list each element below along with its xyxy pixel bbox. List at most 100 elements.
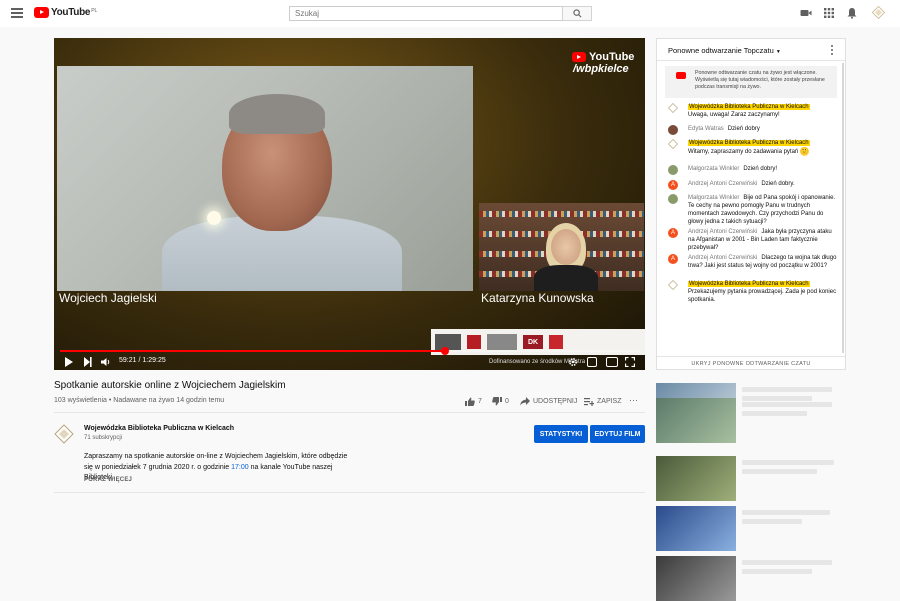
chat-author[interactable]: Andrzej Antoni Czerwiński <box>688 181 757 187</box>
live-chat-replay: Ponowne odtwarzanie Topczatu ▼ Ponowne o… <box>656 38 846 370</box>
chevron-down-icon: ▼ <box>775 49 781 55</box>
fullscreen-icon[interactable] <box>625 357 635 367</box>
edit-video-button[interactable]: EDYTUJ FILM <box>590 425 645 443</box>
add-to-playlist-icon <box>584 398 594 406</box>
divider <box>54 492 645 493</box>
owner-avatar <box>668 103 678 113</box>
like-count: 7 <box>478 398 482 405</box>
speaker-right-head <box>551 229 581 265</box>
youtube-play-icon <box>572 52 586 62</box>
settings-icon[interactable] <box>568 357 578 367</box>
recommended-thumbnail[interactable] <box>656 506 736 551</box>
recommended-title-placeholder <box>742 402 832 407</box>
user-avatar-initial: A <box>668 254 678 264</box>
logo-region: PL <box>91 8 98 14</box>
youtube-play-icon <box>34 7 49 18</box>
hide-chat-replay-button[interactable]: UKRYJ PONOWNE ODTWARZANIE CZATU <box>657 356 845 370</box>
chat-scrollbar[interactable] <box>842 63 844 353</box>
search-button[interactable] <box>562 6 592 21</box>
recommended-thumbnail[interactable] <box>656 556 736 601</box>
chat-author-owner[interactable]: Wojewódzka Biblioteka Publiczna w Kielca… <box>688 281 810 287</box>
next-icon[interactable] <box>84 357 92 367</box>
narodowy-program-text <box>487 333 517 351</box>
stream-date: Nadawane na żywo 14 godzin temu <box>113 397 225 404</box>
chat-header: Ponowne odtwarzanie Topczatu ▼ <box>657 39 845 61</box>
speaker-right-body <box>534 265 598 291</box>
save-button[interactable]: ZAPISZ <box>584 397 622 406</box>
volume-icon[interactable] <box>101 357 111 367</box>
video-player[interactable]: Wojciech Jagielski Katarzyna Kunowska Yo… <box>54 38 645 370</box>
view-count: 103 wyświetlenia <box>54 397 107 404</box>
subscriber-count: 71 subskrypcji <box>84 435 123 441</box>
user-avatar-initial: A <box>668 180 678 190</box>
youtube-icon <box>676 72 686 79</box>
thumbs-down-icon <box>492 397 502 406</box>
chat-author[interactable]: Małgorzata Winkler <box>688 195 739 201</box>
dislike-button[interactable]: 0 <box>492 397 509 406</box>
chat-author[interactable]: Małgorzata Winkler <box>688 166 739 172</box>
dk-logo: DK <box>523 335 543 349</box>
chat-author[interactable]: Edyta Watras <box>688 126 724 132</box>
speaker-right-camera <box>479 203 644 291</box>
owner-avatar <box>668 280 678 290</box>
video-title: Spotkanie autorskie online z Wojciechem … <box>54 380 286 391</box>
masthead: YouTube PL <box>0 0 900 27</box>
time-current: 59:21 <box>119 357 137 364</box>
chat-text: Dzień dobry. <box>761 181 795 187</box>
speaker-left-camera <box>57 66 473 291</box>
speaker-right-name: Katarzyna Kunowska <box>481 291 594 305</box>
video-stats: 103 wyświetlenia • Nadawane na żywo 14 g… <box>54 397 225 404</box>
chat-author[interactable]: Andrzej Antoni Czerwiński <box>688 255 757 261</box>
narodowy-program-logo <box>467 333 481 351</box>
recommended-title-placeholder <box>742 387 832 392</box>
chat-menu-icon[interactable] <box>831 45 834 55</box>
recommended-meta-placeholder <box>742 396 812 401</box>
user-avatar-initial: A <box>668 228 678 238</box>
youtube-logo[interactable]: YouTube PL <box>34 7 97 18</box>
logo-text: YouTube <box>51 7 91 18</box>
like-button[interactable]: 7 <box>465 397 482 406</box>
channel-watermark: YouTube /wbpkielce <box>572 51 634 75</box>
divider <box>54 412 645 413</box>
recommended-meta-placeholder <box>742 411 807 416</box>
share-icon <box>520 397 530 406</box>
notifications-icon[interactable] <box>846 7 858 19</box>
menu-icon[interactable] <box>11 8 23 18</box>
chat-author-owner[interactable]: Wojewódzka Biblioteka Publiczna w Kielca… <box>688 140 810 146</box>
chat-mode-dropdown[interactable]: Ponowne odtwarzanie Topczatu ▼ <box>668 46 781 55</box>
channel-name[interactable]: Wojewódzka Biblioteka Publiczna w Kielca… <box>84 425 234 432</box>
account-avatar[interactable] <box>872 6 885 19</box>
search-icon <box>572 9 581 18</box>
more-actions-icon[interactable]: ··· <box>629 395 638 405</box>
recommended-title-placeholder <box>742 510 830 515</box>
player-controls: 59:21 / 1:29:25 <box>54 354 645 370</box>
chat-author-owner[interactable]: Wojewódzka Biblioteka Publiczna w Kielca… <box>688 104 810 110</box>
chat-text: Dzień dobry! <box>743 166 778 172</box>
chat-text: Witamy, zapraszamy do zadawania pytań <box>688 149 799 155</box>
theater-mode-icon[interactable] <box>606 357 618 367</box>
apps-icon[interactable] <box>823 7 835 19</box>
time-display: 59:21 / 1:29:25 <box>119 357 166 364</box>
chat-text: Przekazujemy pytania prowadzącej. Zada j… <box>688 289 837 303</box>
dislike-count: 0 <box>505 398 509 405</box>
chat-title: Ponowne odtwarzanie Topczatu <box>668 46 774 55</box>
watermark-line1: YouTube <box>589 51 635 63</box>
play-icon[interactable] <box>65 357 73 367</box>
recommended-thumbnail[interactable] <box>656 398 736 443</box>
save-label: ZAPISZ <box>597 398 622 405</box>
owner-avatar <box>668 139 678 149</box>
create-video-icon[interactable] <box>800 7 812 19</box>
search-input[interactable] <box>289 6 563 21</box>
channel-avatar[interactable] <box>54 424 74 444</box>
chat-author[interactable]: Andrzej Antoni Czerwiński <box>688 229 757 235</box>
timestamp-link[interactable]: 17:00 <box>231 464 249 471</box>
chat-text: Dzień dobry <box>727 126 760 132</box>
thumbs-up-icon <box>465 397 475 406</box>
recommended-thumbnail[interactable] <box>656 456 736 501</box>
show-more-button[interactable]: POKAŻ WIĘCEJ <box>84 477 132 483</box>
miniplayer-icon[interactable] <box>587 357 597 367</box>
progress-bar[interactable] <box>60 350 640 352</box>
user-avatar <box>668 125 678 135</box>
share-button[interactable]: UDOSTĘPNIJ <box>520 397 577 406</box>
analytics-button[interactable]: STATYSTYKI <box>534 425 588 443</box>
